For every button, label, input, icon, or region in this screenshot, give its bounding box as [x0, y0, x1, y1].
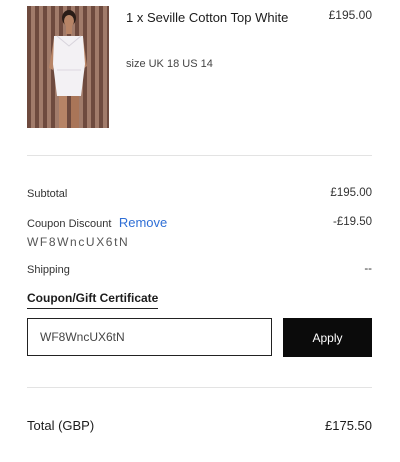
- product-size: size UK 18 US 14: [126, 58, 213, 70]
- divider: [27, 155, 372, 156]
- product-photo-figure: [49, 10, 87, 128]
- shipping-value: --: [364, 263, 372, 275]
- total-label: Total (GBP): [27, 418, 95, 433]
- coupon-discount-row: Coupon Discount Remove: [27, 214, 167, 232]
- product-image[interactable]: [27, 6, 109, 128]
- applied-coupon-code: WF8WncUX6tN: [27, 235, 130, 249]
- coupon-discount-label: Coupon Discount: [27, 218, 112, 230]
- coupon-gift-certificate-heading: Coupon/Gift Certificate: [27, 291, 159, 309]
- divider: [27, 387, 372, 388]
- product-price: £195.00: [328, 8, 372, 22]
- apply-coupon-button[interactable]: Apply: [283, 318, 372, 357]
- subtotal-value: £195.00: [330, 187, 372, 199]
- total-value: £175.50: [325, 418, 372, 433]
- coupon-code-input[interactable]: [27, 318, 272, 356]
- shipping-label: Shipping: [27, 264, 70, 276]
- product-name[interactable]: 1 x Seville Cotton Top White: [126, 8, 306, 28]
- remove-coupon-link[interactable]: Remove: [119, 215, 167, 230]
- coupon-discount-value: -£19.50: [332, 216, 372, 228]
- subtotal-label: Subtotal: [27, 188, 68, 200]
